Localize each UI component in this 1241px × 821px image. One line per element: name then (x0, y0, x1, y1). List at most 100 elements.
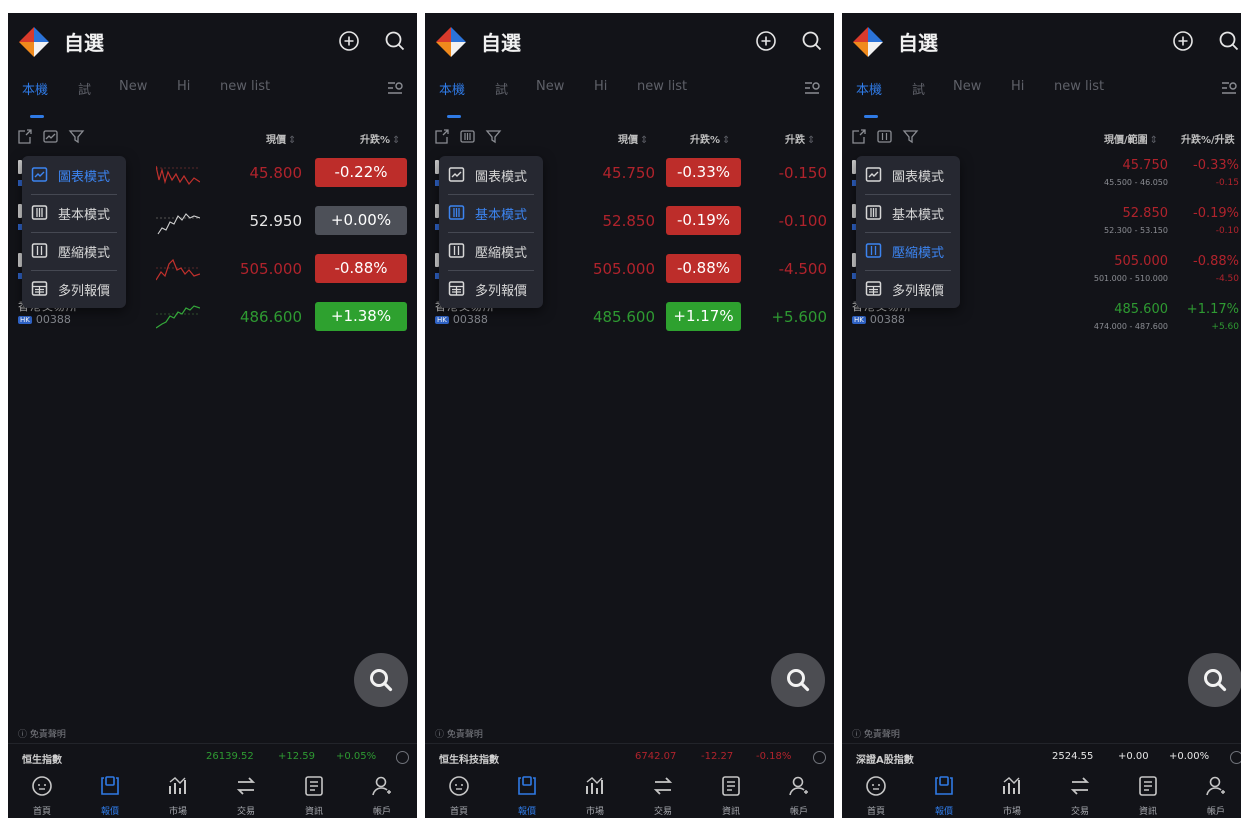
nav-trade[interactable]: 交易 (629, 770, 697, 818)
compact-mode-icon[interactable] (876, 128, 893, 145)
disclaimer-link[interactable]: ⓘ 免責聲明 (435, 727, 483, 740)
nav-market[interactable]: 市場 (978, 770, 1046, 818)
menu-item-multi-quote[interactable]: 多列報價 (22, 270, 126, 308)
column-header-change[interactable]: 升跌 ⇕ (785, 131, 815, 146)
tab-settings-icon[interactable] (1220, 79, 1238, 97)
add-circle-icon[interactable] (1172, 30, 1194, 52)
chart-mode-icon[interactable] (42, 128, 59, 145)
tab-new[interactable]: New (119, 79, 147, 94)
price: 505.000 (239, 260, 302, 278)
expand-circle-icon[interactable] (396, 751, 409, 764)
disclaimer-link[interactable]: ⓘ 免責聲明 (18, 727, 66, 740)
export-icon[interactable] (850, 128, 867, 145)
search-icon[interactable] (801, 30, 823, 52)
tab-test[interactable]: 試 (912, 79, 925, 98)
price: 485.600 (592, 308, 655, 326)
menu-item-compact-mode[interactable]: 壓縮模式 (439, 232, 543, 270)
floating-search-button[interactable] (354, 653, 408, 707)
home-icon (449, 776, 469, 796)
change-pct: -0.19% (1193, 206, 1239, 221)
nav-quotes[interactable]: 報價 (76, 770, 144, 818)
nav-trade[interactable]: 交易 (1046, 770, 1114, 818)
column-header-price[interactable]: 現價 ⇕ (266, 131, 296, 146)
nav-market[interactable]: 市場 (561, 770, 629, 818)
nav-home[interactable]: 首頁 (842, 770, 910, 818)
column-header-change-pct[interactable]: 升跌% ⇕ (360, 131, 400, 146)
index-name: 恒生科技指數 (439, 755, 499, 766)
change-value: -0.10 (1215, 226, 1239, 236)
nav-news[interactable]: 資訊 (280, 770, 348, 818)
search-icon[interactable] (384, 30, 406, 52)
list-item[interactable]: 香港交易所 HK00388 485.600 +1.17% +5.600 (425, 300, 834, 342)
column-header-change-pct[interactable]: 升跌% ⇕ (690, 131, 730, 146)
index-ticker[interactable]: 深證A股指數 2524.55 +0.00 +0.00% (842, 743, 1241, 769)
index-change: +0.00 (1118, 751, 1149, 762)
filter-icon[interactable] (68, 128, 85, 145)
tab-new[interactable]: New (953, 79, 981, 94)
price-range: 52.300 - 53.150 (1104, 226, 1168, 235)
nav-news[interactable]: 資訊 (1114, 770, 1182, 818)
tab-local[interactable]: 本機 (856, 79, 882, 98)
price-range: 501.000 - 510.000 (1093, 274, 1168, 283)
add-circle-icon[interactable] (755, 30, 777, 52)
disclaimer-link[interactable]: ⓘ 免責聲明 (852, 727, 900, 740)
nav-account[interactable]: 帳戶 (348, 770, 416, 818)
menu-item-chart-mode[interactable]: 圖表模式 (439, 156, 543, 194)
nav-market[interactable]: 市場 (144, 770, 212, 818)
list-item[interactable]: 香港交易所 HK00388 486.600 +1.38% (8, 300, 417, 342)
menu-item-chart-mode[interactable]: 圖表模式 (22, 156, 126, 194)
menu-item-basic-mode[interactable]: 基本模式 (22, 194, 126, 232)
menu-item-compact-mode[interactable]: 壓縮模式 (856, 232, 960, 270)
tab-hi[interactable]: Hi (594, 79, 607, 94)
filter-icon[interactable] (485, 128, 502, 145)
tab-settings-icon[interactable] (386, 79, 404, 97)
index-ticker[interactable]: 恒生指數 26139.52 +12.59 +0.05% (8, 743, 417, 769)
search-icon (787, 669, 810, 692)
menu-item-multi-quote[interactable]: 多列報價 (439, 270, 543, 308)
watchlist-tabs: 本機 試 New Hi new list (8, 75, 417, 107)
menu-item-basic-mode[interactable]: 基本模式 (439, 194, 543, 232)
column-header-pct-change[interactable]: 升跌%/升跌 (1181, 131, 1235, 146)
nav-home[interactable]: 首頁 (8, 770, 76, 818)
expand-circle-icon[interactable] (1230, 751, 1241, 764)
tab-new-list[interactable]: new list (637, 79, 687, 94)
bottom-nav: 首頁 報價 市場 交易 資訊 帳戶 (425, 770, 834, 818)
menu-item-multi-quote[interactable]: 多列報價 (856, 270, 960, 308)
list-item[interactable]: 香港交易所 HK00388 485.600 474.000 - 487.600 … (842, 300, 1241, 342)
nav-account[interactable]: 帳戶 (765, 770, 833, 818)
export-icon[interactable] (433, 128, 450, 145)
nav-news[interactable]: 資訊 (697, 770, 765, 818)
menu-item-compact-mode[interactable]: 壓縮模式 (22, 232, 126, 270)
floating-search-button[interactable] (771, 653, 825, 707)
nav-account[interactable]: 帳戶 (1182, 770, 1241, 818)
expand-circle-icon[interactable] (813, 751, 826, 764)
nav-home[interactable]: 首頁 (425, 770, 493, 818)
export-icon[interactable] (16, 128, 33, 145)
tab-hi[interactable]: Hi (177, 79, 190, 94)
filter-icon[interactable] (902, 128, 919, 145)
active-tab-indicator (864, 115, 878, 118)
tab-local[interactable]: 本機 (439, 79, 465, 98)
tab-new-list[interactable]: new list (1054, 79, 1104, 94)
tab-hi[interactable]: Hi (1011, 79, 1024, 94)
tab-new-list[interactable]: new list (220, 79, 270, 94)
menu-item-chart-mode[interactable]: 圖表模式 (856, 156, 960, 194)
tab-new[interactable]: New (536, 79, 564, 94)
column-header-price[interactable]: 現價 ⇕ (618, 131, 648, 146)
tab-test[interactable]: 試 (78, 79, 91, 98)
tab-test[interactable]: 試 (495, 79, 508, 98)
column-header-price-range[interactable]: 現價/範圍 ⇕ (1104, 131, 1158, 146)
basic-mode-icon[interactable] (459, 128, 476, 145)
nav-quotes[interactable]: 報價 (910, 770, 978, 818)
search-icon[interactable] (1218, 30, 1240, 52)
index-change: +12.59 (278, 751, 316, 762)
tab-settings-icon[interactable] (803, 79, 821, 97)
floating-search-button[interactable] (1188, 653, 1241, 707)
nav-trade[interactable]: 交易 (212, 770, 280, 818)
page-title: 自選 (481, 31, 521, 55)
nav-quotes[interactable]: 報價 (493, 770, 561, 818)
tab-local[interactable]: 本機 (22, 79, 48, 98)
add-circle-icon[interactable] (338, 30, 360, 52)
index-ticker[interactable]: 恒生科技指數 6742.07 -12.27 -0.18% (425, 743, 834, 769)
menu-item-basic-mode[interactable]: 基本模式 (856, 194, 960, 232)
